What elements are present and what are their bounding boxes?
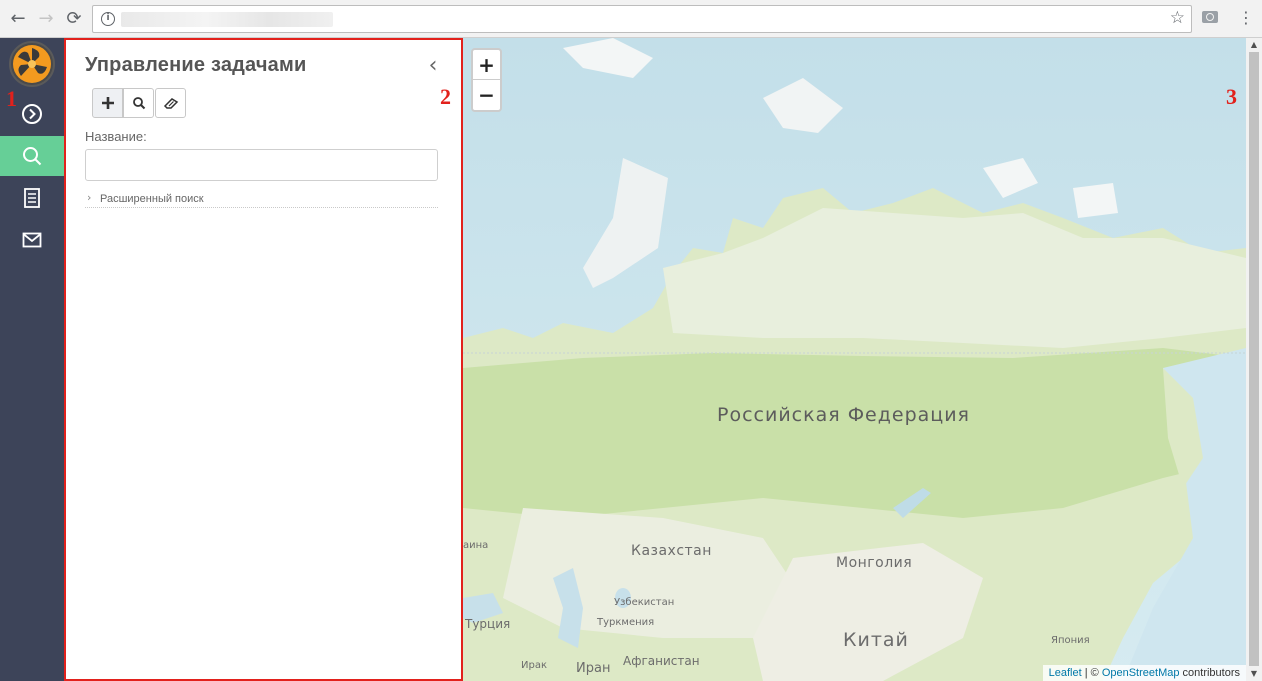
label-afghanistan: Афганистан — [623, 654, 700, 668]
app-logo[interactable] — [9, 41, 55, 87]
search-icon — [132, 97, 145, 110]
document-list-icon — [24, 188, 40, 208]
label-ukraine-partial: аина — [463, 540, 489, 551]
sidebar-item-messages[interactable] — [0, 220, 64, 260]
name-input[interactable] — [85, 149, 438, 181]
logo-icon — [13, 45, 51, 83]
search-button[interactable] — [123, 88, 154, 118]
label-iran: Иран — [576, 661, 611, 676]
label-uzbekistan: Узбекистан — [614, 597, 675, 608]
scroll-down-arrow-icon[interactable]: ▼ — [1246, 667, 1262, 681]
attribution-suffix: contributors — [1179, 667, 1240, 679]
zoom-control: + − — [471, 48, 502, 112]
map-tiles — [463, 38, 1246, 681]
map-view[interactable]: + − Российская Федерация Казахстан Монго… — [463, 38, 1246, 681]
sidebar-item-documents[interactable] — [0, 178, 64, 218]
label-iraq: Ирак — [521, 660, 547, 671]
label-turkmenistan: Туркмения — [597, 617, 655, 628]
reload-icon[interactable]: ⟳ — [64, 9, 84, 29]
envelope-icon — [22, 232, 42, 248]
clear-button[interactable] — [155, 88, 186, 118]
star-icon[interactable]: ☆ — [1170, 8, 1185, 28]
annotation-1: 1 — [6, 86, 17, 111]
label-japan: Япония — [1051, 635, 1090, 646]
zoom-out-button[interactable]: − — [473, 80, 500, 110]
task-management-panel: Управление задачами ‹ Название: › Расшир… — [64, 38, 463, 681]
label-russia: Российская Федерация — [717, 404, 970, 426]
plus-icon — [101, 97, 114, 109]
sidebar-item-search[interactable] — [0, 136, 64, 176]
url-text-blurred[interactable] — [121, 12, 333, 27]
label-kazakhstan: Казахстан — [631, 543, 712, 559]
attribution-separator: | © — [1081, 667, 1102, 679]
chevron-circle-right-icon — [22, 104, 42, 124]
leaflet-link[interactable]: Leaflet — [1049, 667, 1082, 679]
left-nav-rail — [0, 38, 64, 681]
address-bar[interactable]: i ☆ — [92, 5, 1192, 33]
kebab-menu-icon[interactable]: ⋮ — [1238, 9, 1254, 27]
chevron-left-icon[interactable]: ‹ — [423, 55, 443, 79]
annotation-2: 2 — [440, 84, 451, 109]
annotation-3: 3 — [1226, 84, 1237, 109]
label-mongolia: Монголия — [836, 555, 913, 571]
browser-toolbar: ← → ⟳ i ☆ ⋮ — [0, 0, 1262, 38]
camera-icon[interactable] — [1202, 11, 1218, 23]
search-icon — [23, 147, 42, 166]
scroll-thumb[interactable] — [1249, 52, 1259, 666]
name-field-label: Название: — [85, 129, 147, 144]
back-arrow-icon[interactable]: ← — [8, 9, 28, 29]
eraser-icon — [163, 98, 178, 109]
scroll-up-arrow-icon[interactable]: ▲ — [1246, 38, 1262, 52]
zoom-in-button[interactable]: + — [473, 50, 500, 80]
map-attribution: Leaflet | © OpenStreetMap contributors — [1042, 665, 1246, 681]
info-icon[interactable]: i — [101, 12, 115, 26]
advanced-search-label: Расширенный поиск — [100, 193, 204, 205]
forward-arrow-icon[interactable]: → — [36, 9, 56, 29]
advanced-search-toggle[interactable]: › Расширенный поиск — [85, 191, 438, 208]
label-china: Китай — [843, 629, 909, 651]
label-turkey: Турция — [465, 617, 511, 631]
panel-title: Управление задачами — [85, 54, 307, 76]
chevron-right-icon: › — [87, 191, 92, 204]
add-button[interactable] — [92, 88, 123, 118]
vertical-scrollbar[interactable]: ▲ ▼ — [1246, 38, 1262, 681]
panel-toolbar — [92, 88, 186, 118]
osm-link[interactable]: OpenStreetMap — [1102, 667, 1180, 679]
